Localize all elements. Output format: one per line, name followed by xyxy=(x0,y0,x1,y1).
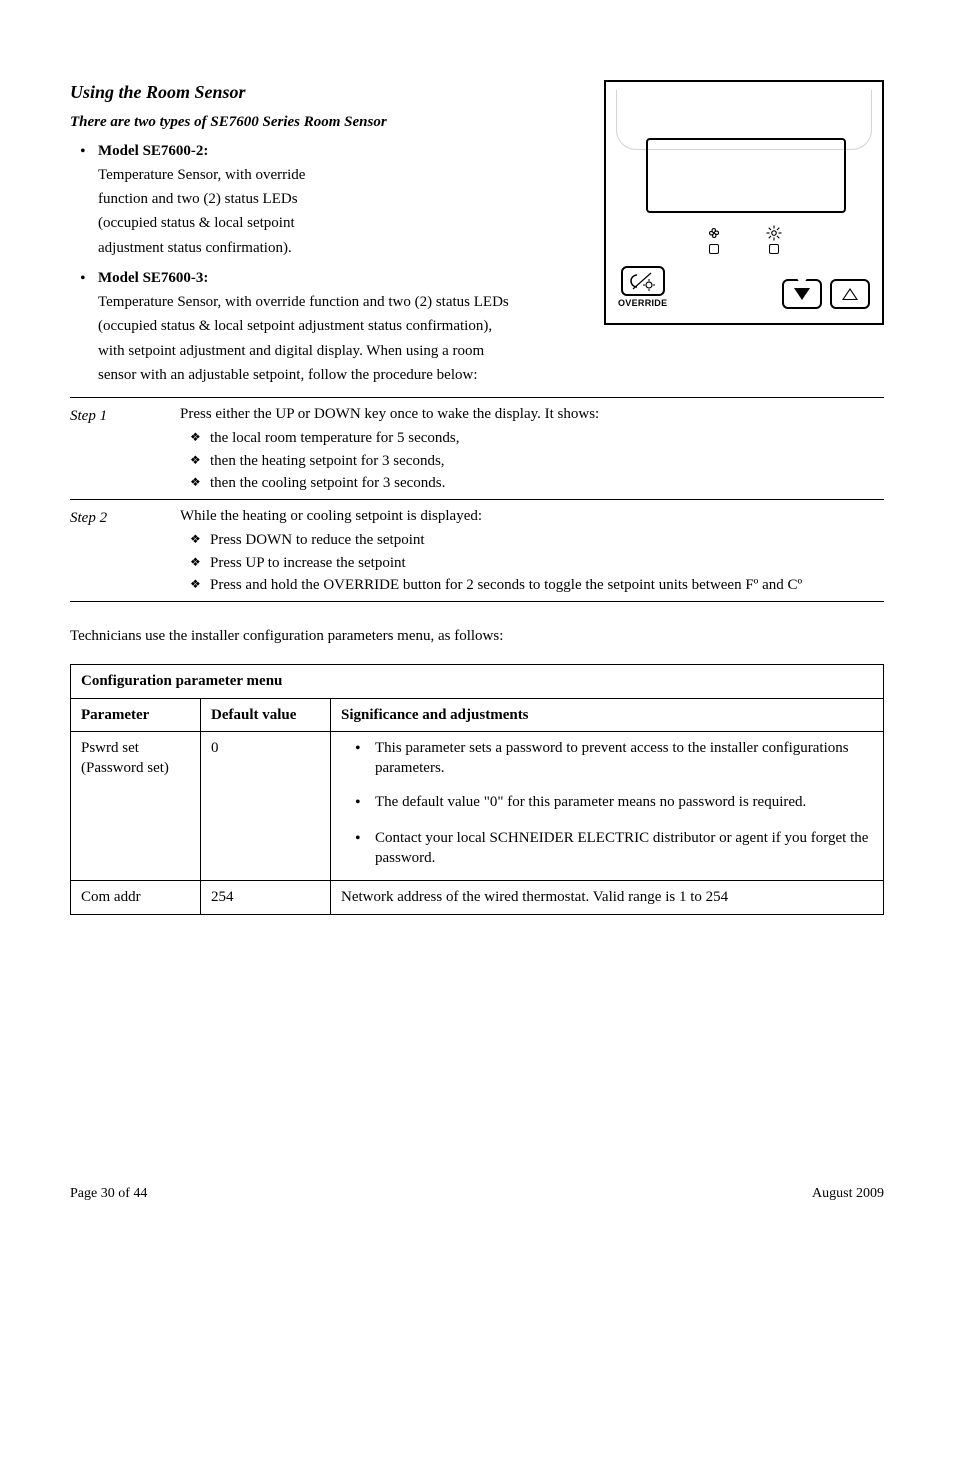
table-header: Default value xyxy=(201,698,331,731)
diamond-bullet-icon: ❖ xyxy=(190,575,210,595)
triangle-down-icon xyxy=(794,288,810,300)
step-lead-text: Press either the UP or DOWN key once to … xyxy=(180,404,884,424)
table-row: Pswrd set (Password set) 0 •This paramet… xyxy=(71,731,884,881)
lcd-screen xyxy=(646,138,846,213)
step-item: the local room temperature for 5 seconds… xyxy=(210,428,460,448)
step-row: Step 1 Press either the UP or DOWN key o… xyxy=(70,397,884,499)
step-item: then the cooling setpoint for 3 seconds. xyxy=(210,473,445,493)
diamond-bullet-icon: ❖ xyxy=(190,428,210,448)
table-title: Configuration parameter menu xyxy=(71,665,884,698)
bullet-dot-icon: • xyxy=(80,268,98,389)
triangle-up-icon xyxy=(842,288,858,300)
table-header: Parameter xyxy=(71,698,201,731)
table-header: Significance and adjustments xyxy=(331,698,884,731)
bullet-dot-icon: • xyxy=(355,738,375,779)
override-button-label: OVERRIDE xyxy=(618,297,667,309)
bullet-dot-icon: • xyxy=(355,792,375,814)
param-significance: The default value "0" for this parameter… xyxy=(375,792,806,814)
section-heading: Using the Room Sensor xyxy=(70,80,510,104)
step-item: Press and hold the OVERRIDE button for 2… xyxy=(210,575,802,595)
param-name: Pswrd set (Password set) xyxy=(71,731,201,881)
fan-led-icon xyxy=(705,224,723,254)
footer-date: August 2009 xyxy=(812,1185,884,1204)
down-button[interactable] xyxy=(782,279,822,309)
override-button[interactable] xyxy=(621,266,665,296)
sun-led-icon xyxy=(765,224,783,254)
step-lead-text: While the heating or cooling setpoint is… xyxy=(180,506,884,526)
table-row: Com addr 254 Network address of the wire… xyxy=(71,881,884,914)
intro-text: There are two types of SE7600 Series Roo… xyxy=(70,112,510,132)
param-significance: Network address of the wired thermostat.… xyxy=(331,881,884,914)
step-row: Step 2 While the heating or cooling setp… xyxy=(70,499,884,602)
param-significance: This parameter sets a password to preven… xyxy=(375,738,873,779)
diamond-bullet-icon: ❖ xyxy=(190,553,210,573)
footer-page: Page 30 of 44 xyxy=(70,1185,147,1204)
up-button[interactable] xyxy=(830,279,870,309)
diamond-bullet-icon: ❖ xyxy=(190,451,210,471)
room-sensor-diagram: OVERRIDE xyxy=(604,80,884,325)
moon-sun-icon xyxy=(629,271,657,291)
config-parameter-table: Configuration parameter menu Parameter D… xyxy=(70,664,884,914)
param-default: 254 xyxy=(201,881,331,914)
diamond-bullet-icon: ❖ xyxy=(190,530,210,550)
param-significance: Contact your local SCHNEIDER ELECTRIC di… xyxy=(375,828,873,869)
step-item: Press DOWN to reduce the setpoint xyxy=(210,530,425,550)
step-number: Step 1 xyxy=(70,404,180,495)
sensor-type-item: • Model SE7600-2: Temperature Sensor, wi… xyxy=(80,141,510,262)
diamond-bullet-icon: ❖ xyxy=(190,473,210,493)
bullet-dot-icon: • xyxy=(80,141,98,262)
technician-heading: Technicians use the installer configurat… xyxy=(70,626,884,646)
param-default: 0 xyxy=(201,731,331,881)
sensor-type-item: • Model SE7600-3: Temperature Sensor, wi… xyxy=(80,268,510,389)
step-number: Step 2 xyxy=(70,506,180,597)
step-item: then the heating setpoint for 3 seconds, xyxy=(210,451,445,471)
bullet-dot-icon: • xyxy=(355,828,375,869)
param-name: Com addr xyxy=(71,881,201,914)
step-item: Press UP to increase the setpoint xyxy=(210,553,406,573)
